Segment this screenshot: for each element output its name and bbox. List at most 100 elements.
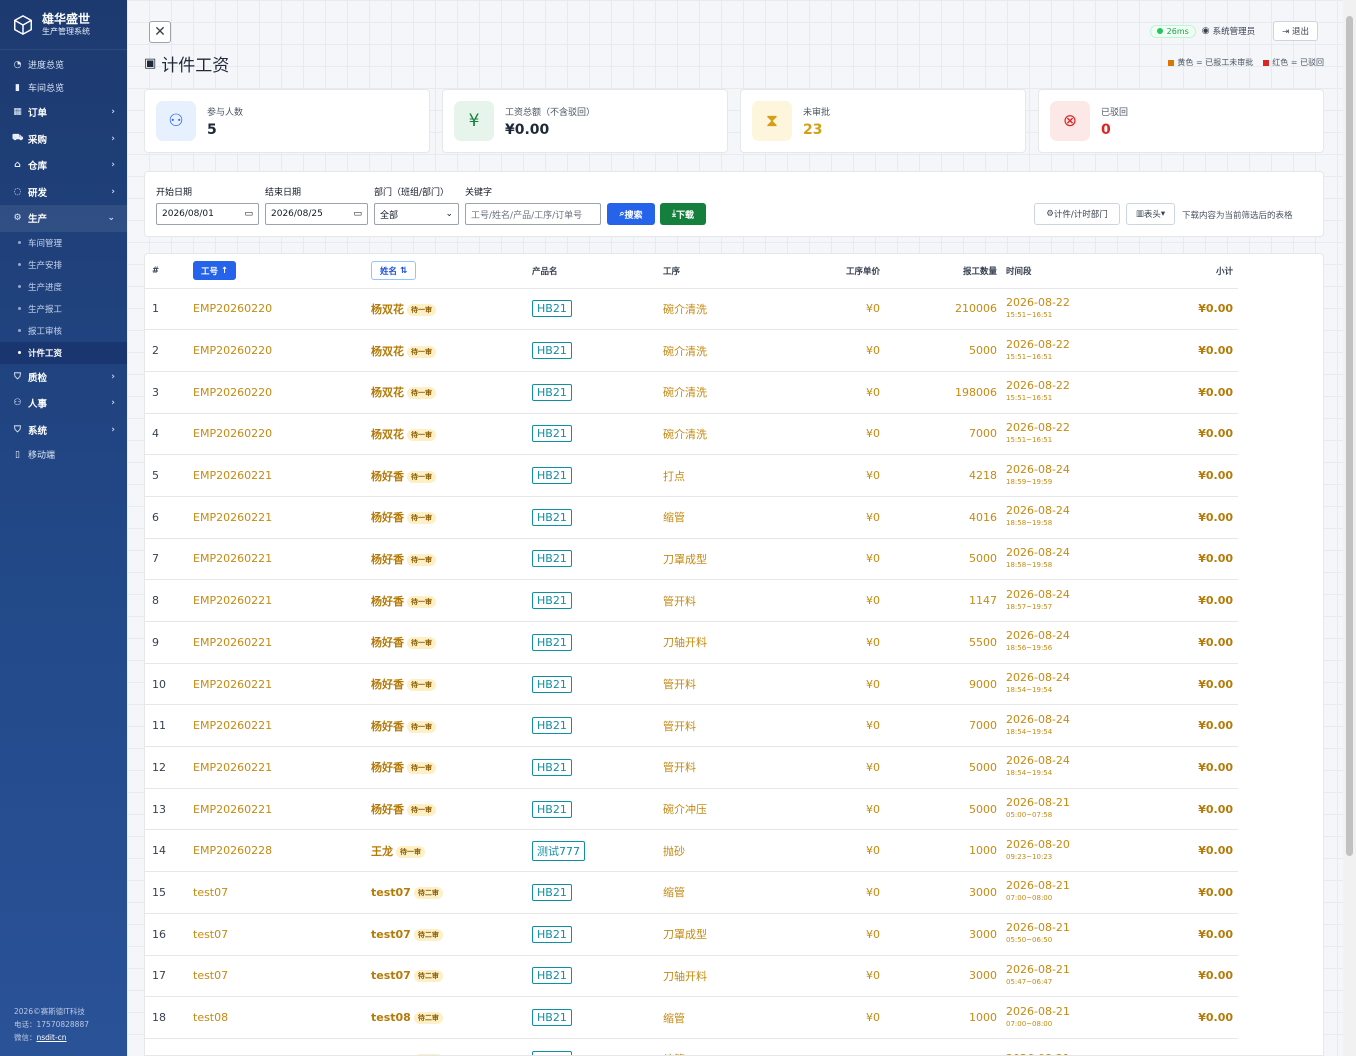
- sidebar-item-label: 生产进度: [28, 282, 63, 293]
- table-row[interactable]: 13 EMP20260221 杨好香 待一审 HB21 碗介冲压 ¥0 5000 2026-08…: [145, 788, 1238, 830]
- sort-emp-button[interactable]: 工号 ↑: [193, 261, 237, 281]
- search-button[interactable]: ⌕ 搜索: [607, 203, 655, 225]
- time-range-cell: 2026-08-21 07:00~08:00: [1001, 872, 1114, 914]
- piece-dept-button[interactable]: ⚙ 计件/计时部门: [1034, 203, 1120, 225]
- emp-no: test07: [193, 885, 229, 899]
- money-icon: ▣: [144, 56, 157, 71]
- sidebar-item-0[interactable]: ◔ 进度总览: [0, 53, 127, 76]
- yen-icon: ¥: [454, 101, 494, 141]
- work-hours: 18:54~19:54: [1006, 686, 1053, 695]
- emp-name: test08: [371, 1011, 411, 1025]
- sidebar-item-11[interactable]: 报工审核: [0, 320, 127, 342]
- sidebar-item-3[interactable]: ⛟ 采购 ›: [0, 126, 127, 153]
- subtotal: ¥0.00: [1198, 885, 1233, 899]
- sidebar-item-14[interactable]: ⚇ 人事 ›: [0, 390, 127, 417]
- close-tab-button[interactable]: ✕: [149, 21, 171, 43]
- subtotal: ¥0.00: [1198, 802, 1233, 816]
- process-name: 碗介清洗: [663, 386, 707, 400]
- col-name[interactable]: 姓名 ⇅: [371, 254, 532, 289]
- time-range-cell: 2026-08-21: [1001, 1038, 1114, 1055]
- col-emp-no[interactable]: 工号 ↑: [193, 254, 371, 289]
- product-cell: 测试777: [532, 830, 663, 872]
- current-user[interactable]: ◉ 系统管理员: [1202, 25, 1255, 37]
- table-row[interactable]: 18 test08 test08 待二审 HB21 缩管 ¥0 1000 2026-08-21 0…: [145, 997, 1238, 1039]
- table-row[interactable]: 9 EMP20260221 杨好香 待一审 HB21 刀轴开料 ¥0 5500 2026-08-…: [145, 622, 1238, 664]
- sidebar-item-13[interactable]: ⛉ 质检 ›: [0, 364, 127, 391]
- document-icon: ▮: [15, 82, 20, 93]
- sidebar-item-4[interactable]: ⌂ 仓库 ›: [0, 152, 127, 179]
- emp-name: 杨好香: [371, 636, 404, 650]
- product-cell: HB21: [532, 997, 663, 1039]
- start-date-input[interactable]: 2026/08/01 ▭: [156, 203, 259, 225]
- work-date: 2026-08-21: [1006, 962, 1070, 976]
- emp-name-cell: 杨好香 待一审: [371, 663, 532, 705]
- table-row[interactable]: 14 EMP20260228 王龙 待一审 测试777 抛砂 ¥0 1000 2026-08-2…: [145, 830, 1238, 872]
- emp-name: 杨双花: [371, 344, 404, 358]
- table-row[interactable]: 12 EMP20260221 杨好香 待一审 HB21 管开料 ¥0 5000 2026-08-…: [145, 747, 1238, 789]
- table-row[interactable]: 11 EMP20260221 杨好香 待一审 HB21 管开料 ¥0 7000 2026-08-…: [145, 705, 1238, 747]
- stat-card-1: ¥ 工资总额（不含驳回） ¥0.00: [442, 89, 728, 153]
- sidebar-item-10[interactable]: 生产报工: [0, 298, 127, 320]
- process-name: 缩管: [663, 1038, 768, 1055]
- top-right-bar: 26ms ◉ 系统管理员 ⇥ 退出: [1149, 21, 1318, 41]
- brand[interactable]: 雄华盛世 生产管理系统: [0, 0, 127, 50]
- row-index: 10: [152, 677, 166, 691]
- sidebar-item-9[interactable]: 生产进度: [0, 276, 127, 298]
- table-row[interactable]: 17 test07 test07 待二审 HB21 刀轴开料 ¥0 3000 2026-08-2…: [145, 955, 1238, 997]
- table-row[interactable]: 8 EMP20260221 杨好香 待一审 HB21 管开料 ¥0 1147 2026-08-2…: [145, 580, 1238, 622]
- work-date: 2026-08-24: [1006, 462, 1070, 476]
- sidebar-item-15[interactable]: ⛉ 系统 ›: [0, 417, 127, 444]
- table-row[interactable]: 3 EMP20260220 杨双花 待一审 HB21 碗介清洗 ¥0 198006 2026-0…: [145, 371, 1238, 414]
- sidebar-item-2[interactable]: ▦ 订单 ›: [0, 99, 127, 126]
- logout-button[interactable]: ⇥ 退出: [1273, 21, 1318, 41]
- sidebar-item-label: 采购: [28, 134, 48, 146]
- sidebar-item-8[interactable]: 生产安排: [0, 254, 127, 276]
- sidebar-item-16[interactable]: ▯ 移动端: [0, 443, 127, 466]
- dept-select[interactable]: 全部 ⌄: [374, 203, 459, 225]
- emp-name: test07: [371, 885, 411, 899]
- sidebar-item-7[interactable]: 车间管理: [0, 232, 127, 254]
- work-hours: 15:51~16:51: [1006, 435, 1053, 444]
- time-range-cell: 2026-08-21 05:47~06:47: [1001, 955, 1114, 997]
- sort-icon: ⇅: [397, 265, 408, 276]
- unit-price: ¥0: [768, 1038, 884, 1055]
- sort-name-button[interactable]: 姓名 ⇅: [371, 261, 417, 281]
- row-index: 16: [152, 927, 166, 941]
- table-row[interactable]: 2 EMP20260220 杨双花 待一审 HB21 碗介清洗 ¥0 5000 2026-08-…: [145, 330, 1238, 372]
- product-tag: HB21: [532, 550, 572, 568]
- sidebar-item-5[interactable]: ◌ 研发 ›: [0, 179, 127, 206]
- subtotal: ¥0.00: [1198, 469, 1233, 483]
- scrollbar-thumb[interactable]: [1346, 16, 1353, 856]
- sidebar-item-6[interactable]: ⚙ 生产 ⌄: [0, 205, 127, 232]
- product-cell: HB21: [532, 538, 663, 580]
- sidebar-item-1[interactable]: ▮ 车间总览: [0, 76, 127, 99]
- table-row[interactable]: 4 EMP20260220 杨双花 待一审 HB21 碗介清洗 ¥0 7000 2026-08-…: [145, 413, 1238, 455]
- table-row[interactable]: 19test08test08待二审HB21 缩管¥020002026-08-21¥…: [145, 1038, 1238, 1055]
- keyword-input[interactable]: 工号/姓名/产品/工序/订单号: [465, 203, 601, 225]
- sidebar-item-12[interactable]: 计件工资: [0, 341, 127, 364]
- time-range-cell: 2026-08-24 18:54~19:54: [1001, 705, 1114, 747]
- table-row[interactable]: 1 EMP20260220 杨双花 待一审 HB21 碗介清洗 ¥0 210006 2026-0…: [145, 288, 1238, 330]
- end-date-input[interactable]: 2026/08/25 ▭: [265, 203, 368, 225]
- unit-price: ¥0: [866, 1011, 880, 1025]
- table-row[interactable]: 7 EMP20260221 杨好香 待一审 HB21 刀罩成型 ¥0 5000 2026-08-…: [145, 538, 1238, 580]
- status-badge: 待一审: [407, 762, 436, 775]
- emp-name-cell: 杨好香 待一审: [371, 747, 532, 789]
- emp-name-cell: test07 待二审: [371, 913, 532, 955]
- table-row[interactable]: 10 EMP20260221 杨好香 待一审 HB21 管开料 ¥0 9000 2026-08-…: [145, 663, 1238, 705]
- emp-name-cell: test08待二审: [371, 997, 532, 1039]
- work-date: 2026-08-24: [1006, 712, 1070, 726]
- table-row[interactable]: 16 test07 test07 待二审 HB21 刀罩成型 ¥0 3000 2026-08-2…: [145, 913, 1238, 955]
- mobile-icon: ▯: [15, 449, 20, 460]
- table-row[interactable]: 5 EMP20260221 杨好香 待一审 HB21 打点 ¥0 4218 2026-08-24…: [145, 455, 1238, 497]
- process-name: 管开料: [663, 594, 696, 608]
- page-scrollbar[interactable]: [1343, 0, 1356, 1056]
- table-row[interactable]: 6 EMP20260221 杨好香 待一审 HB21 缩管 ¥0 4016 2026-08-24…: [145, 496, 1238, 539]
- columns-button[interactable]: ▥ 表头 ▾: [1126, 203, 1175, 225]
- sidebar-item-label: 质检: [28, 372, 48, 384]
- footer-wechat-link[interactable]: nsdit-cn: [37, 1033, 67, 1042]
- work-hours: 05:50~06:50: [1006, 936, 1053, 945]
- process-name: 刀罩成型: [663, 552, 707, 566]
- download-button[interactable]: ⤓ 下载: [660, 203, 706, 225]
- table-row[interactable]: 15 test07 test07 待二审 HB21 缩管 ¥0 3000 2026-08-21 0…: [145, 872, 1238, 914]
